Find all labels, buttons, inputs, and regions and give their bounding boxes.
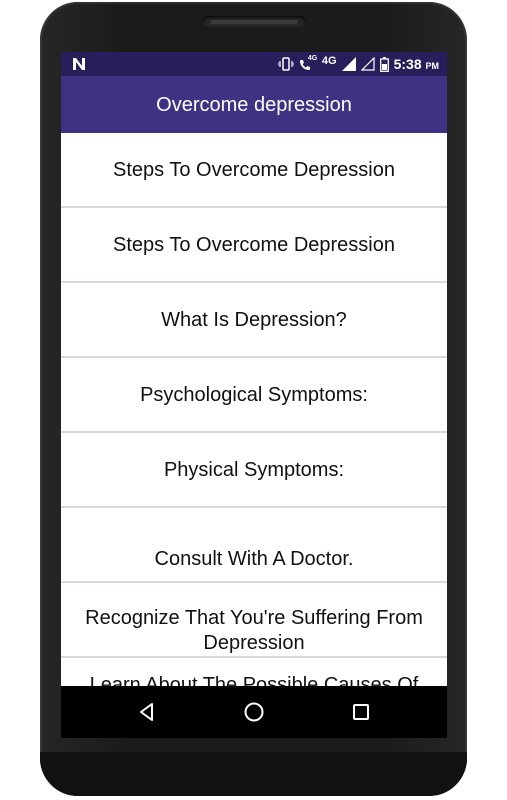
status-bar: 4G 4G 5:38 PM [61, 52, 447, 76]
back-icon[interactable] [135, 700, 159, 724]
recents-icon[interactable] [349, 700, 373, 724]
list-item-learn-causes[interactable]: Learn About The Possible Causes Of [61, 658, 447, 686]
list-item-label: Steps To Overcome Depression [113, 233, 395, 256]
list-item-recognize[interactable]: Recognize That You're Suffering From Dep… [61, 583, 447, 658]
list-item-label: Consult With A Doctor. [154, 548, 354, 570]
bottom-bezel [40, 752, 467, 796]
clock: 5:38 PM [394, 56, 439, 72]
clock-time: 5:38 [393, 56, 422, 72]
list-item-psychological-symptoms[interactable]: Psychological Symptoms: [61, 358, 447, 433]
list-item-what-is-depression[interactable]: What Is Depression? [61, 283, 447, 358]
signal-empty-icon [360, 57, 375, 71]
app-title: Overcome depression [156, 94, 352, 116]
home-icon[interactable] [242, 700, 266, 724]
battery-icon [379, 56, 389, 72]
speaker-grill [210, 20, 298, 24]
app-bar: Overcome depression [61, 76, 447, 133]
list-item-label: Physical Symptoms: [163, 458, 345, 481]
list-item-label: Recognize That You're Suffering From Dep… [85, 607, 423, 654]
volte-call-icon: 4G [299, 55, 318, 71]
list-item-label: Psychological Symptoms: [140, 383, 368, 406]
list-item-steps-1[interactable]: Steps To Overcome Depression [61, 133, 447, 208]
earpiece-speaker [202, 16, 306, 28]
status-icons: 4G 4G 5:38 PM [277, 55, 439, 73]
navigation-bar [61, 686, 447, 738]
list-item-steps-2[interactable]: Steps To Overcome Depression [61, 208, 447, 283]
notification-n-icon [71, 56, 87, 72]
screen: 4G 4G 5:38 PM Overcome depression Steps … [61, 52, 447, 686]
signal-strength-icon [341, 57, 356, 71]
list-item-label: Learn About The Possible Causes Of [89, 674, 419, 686]
volte-label: 4G [307, 55, 318, 62]
list-item-physical-symptoms[interactable]: Physical Symptoms: [61, 433, 447, 508]
clock-ampm: PM [425, 61, 440, 71]
list-item-label: Steps To Overcome Depression [113, 158, 395, 181]
vibrate-icon [277, 57, 294, 71]
network-type-label: 4G [321, 55, 337, 67]
list-item-consult-doctor[interactable]: Consult With A Doctor. [61, 508, 447, 583]
topic-list[interactable]: Steps To Overcome Depression Steps To Ov… [61, 133, 447, 686]
list-item-label: What Is Depression? [161, 308, 347, 331]
